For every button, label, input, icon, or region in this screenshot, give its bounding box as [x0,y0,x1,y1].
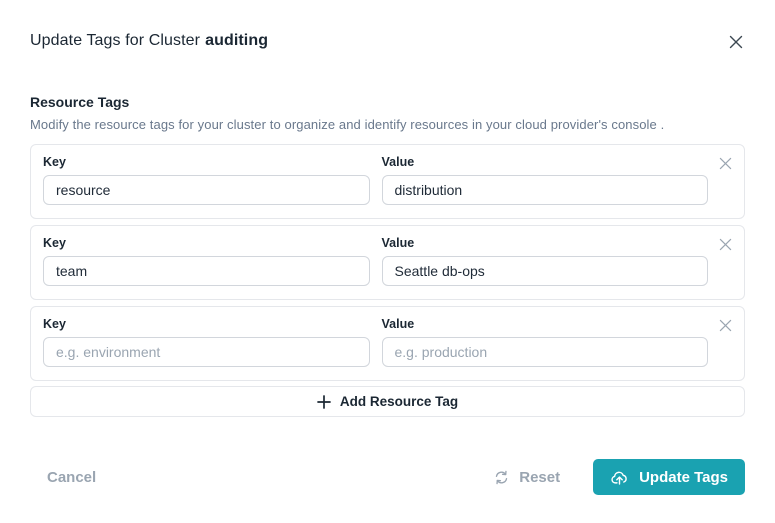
cluster-name: auditing [205,32,269,49]
key-input[interactable] [43,175,370,205]
key-input[interactable] [43,337,370,367]
resource-tags-heading: Resource Tags [30,94,130,110]
modal-footer: Cancel Reset Update Tags [30,459,745,495]
key-field: Key [43,317,370,367]
remove-tag-button[interactable] [716,316,734,334]
update-tags-modal: Update Tags for Cluster auditing Resourc… [0,0,775,523]
modal-title: Update Tags for Cluster auditing [30,32,268,50]
add-resource-tag-label: Add Resource Tag [339,394,459,409]
key-label: Key [43,236,66,250]
modal-title-prefix: Update Tags for Cluster [30,32,201,49]
plus-icon [317,394,331,409]
remove-tag-icon [719,319,732,335]
tag-rows: Key Value Key Value [30,144,745,381]
close-icon [729,35,743,52]
cloud-upload-icon [610,468,629,487]
remove-tag-icon [719,238,732,254]
value-input[interactable] [381,256,708,286]
tag-row: Key Value [30,306,745,381]
value-field: Value [381,317,708,367]
remove-tag-button[interactable] [716,154,734,172]
value-field: Value [381,236,708,286]
key-label: Key [43,317,66,331]
update-tags-label: Update Tags [639,468,728,486]
key-input[interactable] [43,256,370,286]
value-label: Value [381,317,415,331]
key-label: Key [43,155,66,169]
close-button[interactable] [727,33,745,51]
resource-tags-description: Modify the resource tags for your cluste… [30,117,665,132]
value-input[interactable] [381,175,708,205]
tag-row: Key Value [30,225,745,300]
reset-label: Reset [519,468,561,486]
tag-row: Key Value [30,144,745,219]
remove-tag-button[interactable] [716,235,734,253]
key-field: Key [43,155,370,205]
refresh-icon [493,469,510,486]
value-label: Value [381,236,415,250]
footer-actions: Reset Update Tags [493,459,745,495]
value-input[interactable] [381,337,708,367]
update-tags-button[interactable]: Update Tags [593,459,745,495]
add-resource-tag-button[interactable]: Add Resource Tag [30,386,745,417]
cancel-button[interactable]: Cancel [47,469,96,486]
key-field: Key [43,236,370,286]
reset-button[interactable]: Reset [493,469,560,486]
modal-header: Update Tags for Cluster auditing [30,32,745,51]
remove-tag-icon [719,157,732,173]
value-label: Value [381,155,415,169]
value-field: Value [381,155,708,205]
